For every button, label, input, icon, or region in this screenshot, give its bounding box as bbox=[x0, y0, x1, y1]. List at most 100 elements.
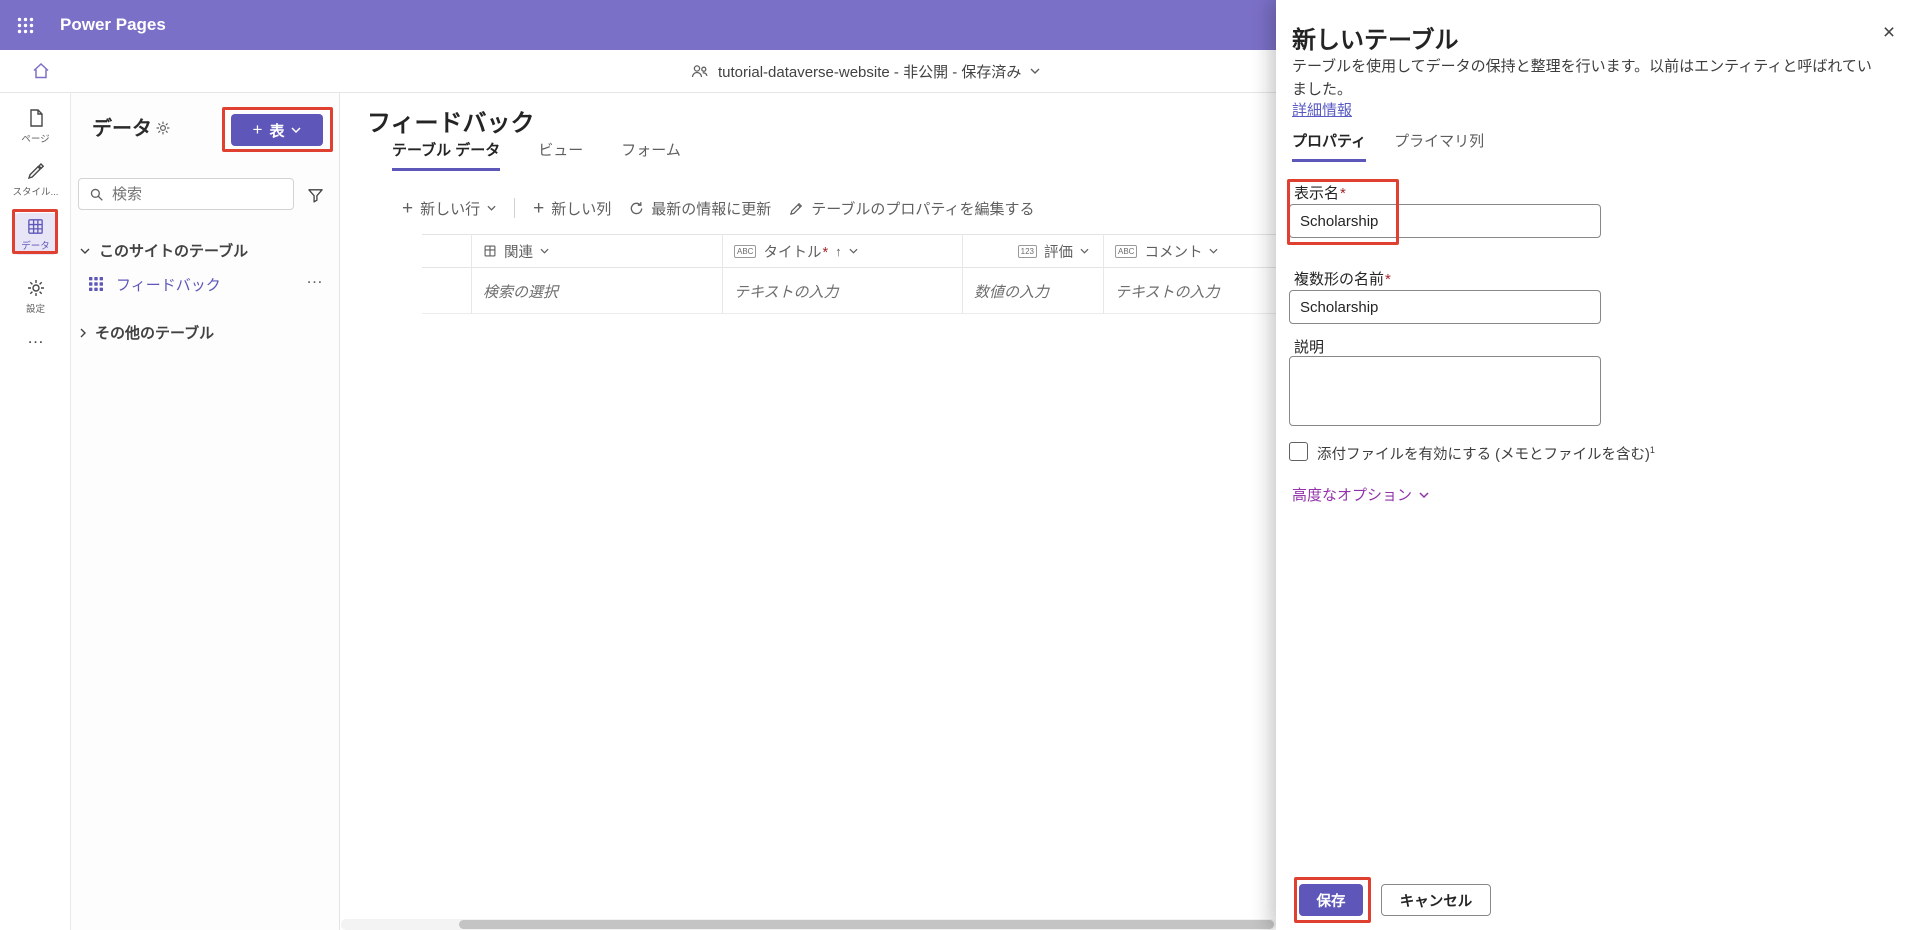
lookup-column-icon bbox=[483, 244, 497, 258]
power-pages-studio: Power Pages tutorial-dataverse-website -… bbox=[0, 0, 1920, 930]
table-search-box bbox=[78, 178, 294, 210]
rail-item-pages[interactable]: ページ bbox=[0, 108, 71, 145]
new-row-button[interactable]: + 新しい行 bbox=[402, 198, 496, 219]
data-panel bbox=[71, 93, 340, 930]
grid-toolbar: + 新しい行 + 新しい列 最新の情報に更新 テーブルのプロパティを編集する bbox=[402, 194, 1034, 222]
rail-label: データ bbox=[21, 238, 50, 252]
site-name-label: tutorial-dataverse-website - 非公開 - 保存済み bbox=[718, 61, 1021, 82]
left-icon-rail: ページ スタイル... データ 設定 … bbox=[0, 93, 71, 930]
text-type-icon: ABC bbox=[734, 245, 756, 258]
horizontal-scrollbar-thumb[interactable] bbox=[459, 920, 1274, 929]
enable-attachments-checkbox[interactable] bbox=[1289, 442, 1308, 461]
sort-ascending-icon: ↑ bbox=[835, 244, 842, 259]
column-header-label: タイトル* bbox=[763, 241, 828, 262]
main-tabs: テーブル データ ビュー フォーム bbox=[392, 139, 681, 171]
required-indicator: * bbox=[1340, 185, 1346, 202]
cancel-button[interactable]: キャンセル bbox=[1381, 884, 1491, 916]
column-header-rating[interactable]: 123 評価 bbox=[962, 234, 1089, 268]
new-row-label: 新しい行 bbox=[420, 198, 480, 219]
rail-item-styling[interactable]: スタイル... bbox=[0, 161, 71, 198]
edit-table-properties-button[interactable]: テーブルのプロパティを編集する bbox=[789, 198, 1034, 219]
cell-rating-placeholder[interactable]: 数値の入力 bbox=[974, 269, 1094, 314]
rail-label: スタイル... bbox=[13, 184, 59, 198]
column-header-label: 関連 bbox=[504, 241, 533, 262]
rail-label: ページ bbox=[21, 131, 49, 145]
toolbar-divider bbox=[514, 198, 515, 218]
dialog-description: テーブルを使用してデータの保持と整理を行います。以前はエンティティと呼ばれていま… bbox=[1292, 56, 1884, 101]
rail-item-settings[interactable]: 設定 bbox=[0, 278, 71, 315]
rail-item-more[interactable]: … bbox=[0, 331, 71, 345]
advanced-options-link[interactable]: 高度なオプション bbox=[1292, 484, 1429, 505]
table-item-label: フィードバック bbox=[116, 274, 221, 295]
edit-properties-label: テーブルのプロパティを編集する bbox=[811, 198, 1034, 219]
plus-icon: + bbox=[253, 120, 263, 140]
tab-views[interactable]: ビュー bbox=[538, 139, 583, 171]
tab-table-data[interactable]: テーブル データ bbox=[392, 139, 500, 171]
section-label: その他のテーブル bbox=[95, 322, 214, 343]
column-separator bbox=[722, 234, 723, 314]
column-header-title[interactable]: ABC タイトル* ↑ bbox=[734, 234, 954, 268]
learn-more-link[interactable]: 詳細情報 bbox=[1292, 99, 1352, 120]
data-panel-title: データ bbox=[92, 112, 152, 141]
chevron-down-icon bbox=[1209, 248, 1218, 254]
chevron-down-icon bbox=[487, 205, 496, 211]
refresh-label: 最新の情報に更新 bbox=[651, 198, 771, 219]
cell-comment-placeholder[interactable]: テキストの入力 bbox=[1115, 269, 1270, 314]
table-item-feedback[interactable]: フィードバック bbox=[71, 266, 340, 302]
dialog-close-button[interactable]: × bbox=[1874, 18, 1904, 48]
chevron-down-icon bbox=[849, 248, 858, 254]
chevron-down-icon bbox=[1030, 68, 1040, 74]
data-settings-button[interactable] bbox=[155, 120, 171, 136]
table-grid-icon bbox=[88, 276, 104, 292]
filter-button[interactable] bbox=[300, 182, 330, 208]
rail-label: 設定 bbox=[26, 301, 45, 315]
cell-related-placeholder[interactable]: 検索の選択 bbox=[483, 269, 713, 314]
data-table-icon bbox=[26, 217, 45, 236]
gear-icon bbox=[26, 278, 46, 298]
new-table-button-label: 表 bbox=[269, 120, 284, 141]
description-textarea[interactable] bbox=[1289, 356, 1601, 426]
dialog-tabs: プロパティ プライマリ列 bbox=[1292, 130, 1484, 162]
plus-icon: + bbox=[533, 199, 544, 218]
display-name-input[interactable] bbox=[1289, 204, 1601, 238]
site-switcher[interactable]: tutorial-dataverse-website - 非公開 - 保存済み bbox=[690, 50, 1040, 92]
column-separator bbox=[471, 234, 472, 314]
home-button[interactable] bbox=[24, 56, 58, 86]
save-button[interactable]: 保存 bbox=[1299, 884, 1363, 916]
column-header-label: 評価 bbox=[1044, 241, 1073, 262]
chevron-down-icon bbox=[80, 248, 90, 254]
required-indicator: * bbox=[822, 245, 828, 261]
column-header-related[interactable]: 関連 bbox=[483, 234, 713, 268]
tab-primary-column[interactable]: プライマリ列 bbox=[1394, 130, 1484, 162]
new-table-dialog: 新しいテーブル × テーブルを使用してデータの保持と整理を行います。以前はエンテ… bbox=[1276, 0, 1920, 930]
search-icon bbox=[89, 187, 104, 202]
description-label: 説明 bbox=[1294, 336, 1324, 357]
app-launcher-button[interactable] bbox=[0, 0, 50, 50]
rail-item-data-selected[interactable]: データ bbox=[13, 213, 58, 255]
chevron-down-icon bbox=[1419, 492, 1429, 498]
plural-name-input[interactable] bbox=[1289, 290, 1601, 324]
ellipsis-icon: … bbox=[27, 331, 44, 345]
dialog-title: 新しいテーブル bbox=[1292, 20, 1459, 55]
filter-funnel-icon bbox=[307, 187, 324, 203]
new-column-button[interactable]: + 新しい列 bbox=[533, 198, 611, 219]
required-indicator: * bbox=[1385, 271, 1391, 288]
chevron-down-icon bbox=[1080, 248, 1089, 254]
display-name-label: 表示名* bbox=[1294, 182, 1346, 203]
section-other-tables[interactable]: その他のテーブル bbox=[80, 322, 214, 343]
new-column-label: 新しい列 bbox=[551, 198, 611, 219]
column-header-comment[interactable]: ABC コメント bbox=[1115, 234, 1275, 268]
section-site-tables[interactable]: このサイトのテーブル bbox=[80, 240, 248, 261]
refresh-button[interactable]: 最新の情報に更新 bbox=[629, 198, 771, 219]
new-table-button[interactable]: + 表 bbox=[231, 114, 323, 146]
table-search-input[interactable] bbox=[112, 186, 272, 203]
footnote-superscript: 1 bbox=[1650, 445, 1655, 455]
tab-properties[interactable]: プロパティ bbox=[1292, 130, 1366, 162]
plural-name-label: 複数形の名前* bbox=[1294, 268, 1391, 289]
page-icon bbox=[26, 108, 46, 128]
plus-icon: + bbox=[402, 199, 413, 218]
tab-forms[interactable]: フォーム bbox=[621, 139, 681, 171]
cell-title-placeholder[interactable]: テキストの入力 bbox=[734, 269, 954, 314]
column-header-label: コメント bbox=[1144, 241, 1202, 262]
table-item-more-button[interactable]: … bbox=[306, 268, 324, 288]
